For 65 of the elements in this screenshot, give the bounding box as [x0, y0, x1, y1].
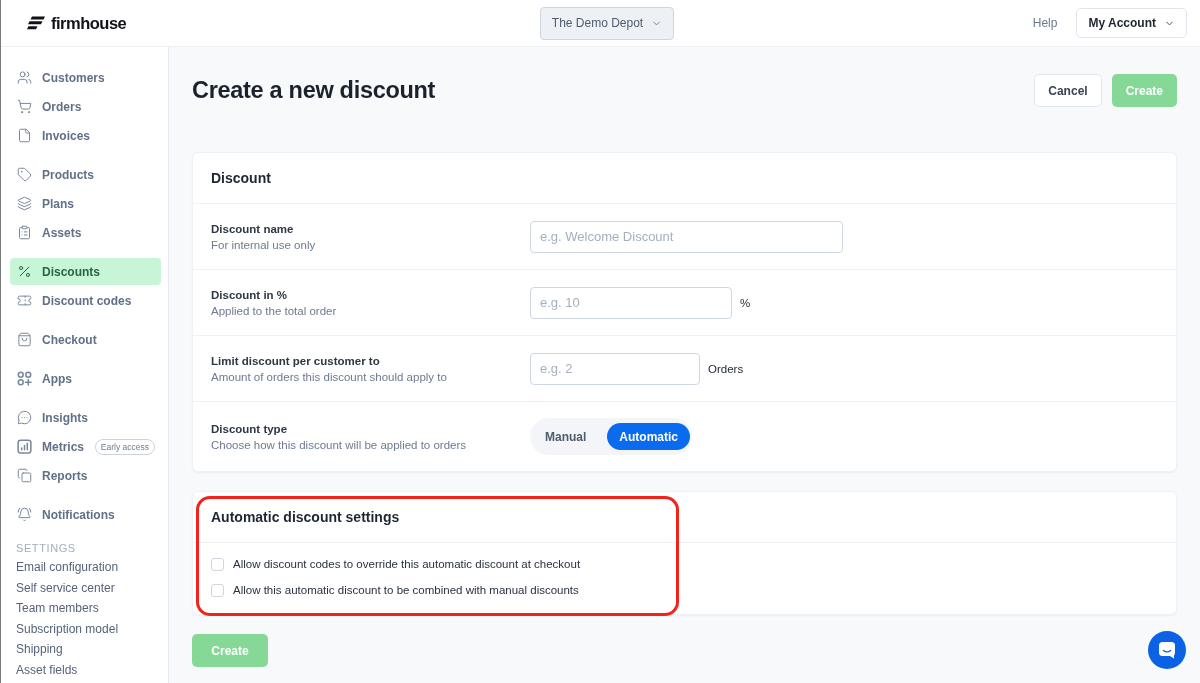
- logo-icon: [27, 16, 46, 30]
- sidebar-item[interactable]: Orders: [10, 93, 161, 120]
- bag-icon: [17, 332, 32, 347]
- settings-link[interactable]: Asset fields: [16, 659, 168, 680]
- unit-label: %: [740, 296, 751, 309]
- bell-icon: [17, 507, 32, 522]
- document-icon: [17, 128, 32, 143]
- field-description: For internal use only: [211, 238, 317, 251]
- checkbox-label: Allow discount codes to override this automatic discount at checkout: [233, 558, 581, 570]
- field-label: Limit discount per customer to: [211, 354, 381, 367]
- apps-icon: [17, 371, 32, 386]
- settings-link[interactable]: Email configuration: [16, 557, 168, 578]
- input-field[interactable]: e.g. Welcome Discount: [530, 220, 843, 253]
- sidebar-item[interactable]: Apps: [10, 365, 161, 392]
- settings-link[interactable]: Self service center: [16, 577, 168, 598]
- input-field[interactable]: e.g. 2: [530, 352, 700, 385]
- settings-link[interactable]: Shipping: [16, 639, 168, 660]
- checkbox[interactable]: [211, 557, 224, 571]
- toggle-option[interactable]: Automatic: [607, 423, 690, 450]
- store-selector[interactable]: The Demo Depot: [539, 6, 675, 40]
- sidebar-item[interactable]: Invoices: [10, 122, 161, 149]
- account-menu-button[interactable]: My Account: [1076, 8, 1187, 38]
- settings-link[interactable]: Team members: [16, 598, 168, 619]
- sidebar-item[interactable]: Plans: [10, 190, 161, 217]
- help-link[interactable]: Help: [1032, 16, 1058, 30]
- sidebar-item[interactable]: Discount codes: [10, 287, 161, 314]
- section-heading: SETTINGS: [16, 541, 77, 556]
- checkbox-label: Allow this automatic discount to be combined with manual discounts: [233, 584, 579, 596]
- sidebar-item[interactable]: Customers: [10, 64, 161, 91]
- sidebar-item[interactable]: Reports: [10, 462, 161, 489]
- logo-wordmark: firmhouse: [51, 13, 127, 33]
- cancel-button[interactable]: Cancel: [1034, 74, 1102, 107]
- percent-icon: [17, 264, 32, 279]
- toggle-option[interactable]: Manual: [533, 423, 599, 450]
- bar-chart-icon: [17, 439, 32, 454]
- sidebar-item[interactable]: Assets: [10, 219, 161, 246]
- sidebar-item[interactable]: Discounts: [10, 258, 161, 285]
- field-label: Discount type: [211, 422, 289, 435]
- card-title: Discount: [193, 153, 1176, 204]
- settings-link[interactable]: Subscription model: [16, 618, 168, 639]
- input-field[interactable]: e.g. 10: [530, 286, 732, 319]
- field-description: Applied to the total order: [211, 304, 338, 317]
- sidebar-item[interactable]: Notifications: [10, 501, 161, 528]
- sidebar-item[interactable]: Products: [10, 161, 161, 188]
- chat-icon: [1158, 641, 1176, 659]
- field-description: Amount of orders this discount should apply to: [211, 370, 448, 383]
- ticket-icon: [17, 293, 32, 308]
- field-description: Choose how this discount will be applied to orders: [211, 438, 468, 451]
- page-title: Create a new discount: [192, 77, 436, 104]
- chat-launcher[interactable]: [1148, 631, 1186, 669]
- field-label: Discount in %: [211, 288, 289, 301]
- unit-label: Orders: [708, 362, 744, 375]
- cart-icon: [17, 99, 32, 114]
- sidebar-item[interactable]: Metrics Early access: [10, 433, 161, 460]
- clipboard-icon: [17, 225, 32, 240]
- chat-bubble-icon: [17, 410, 32, 425]
- copy-icon: [17, 468, 32, 483]
- tag-icon: [17, 167, 32, 182]
- users-icon: [17, 70, 32, 85]
- card-title: Automatic discount settings: [193, 492, 1176, 543]
- layers-icon: [17, 196, 32, 211]
- checkbox[interactable]: [211, 583, 224, 597]
- field-label: Discount name: [211, 222, 295, 235]
- sidebar-item[interactable]: Checkout: [10, 326, 161, 353]
- sidebar-item[interactable]: Insights: [10, 404, 161, 431]
